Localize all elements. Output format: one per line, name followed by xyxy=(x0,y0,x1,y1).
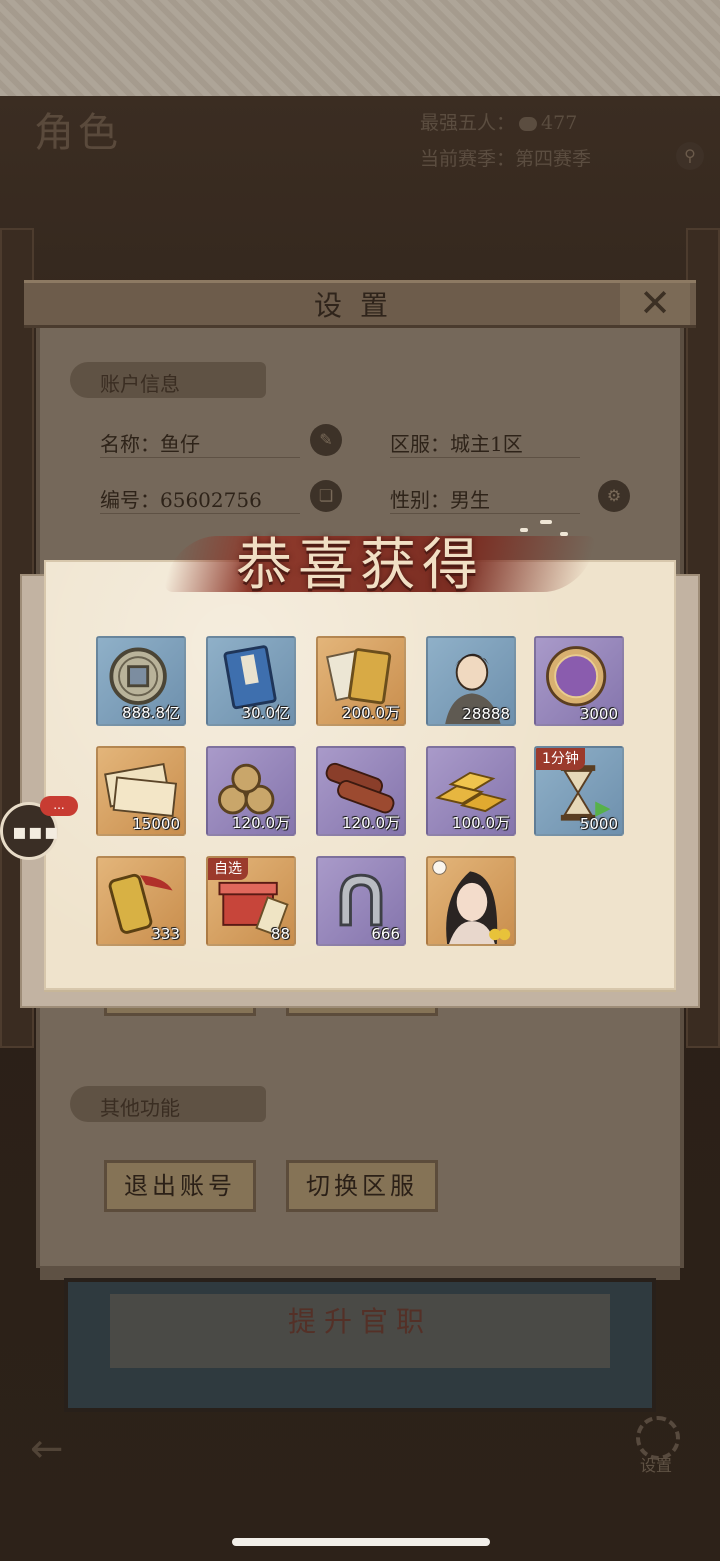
copy-id-scroll-icon[interactable]: ❏ xyxy=(310,480,342,512)
close-icon: ✕ xyxy=(639,281,671,325)
reward-item-gold-bar[interactable]: 100.0万 xyxy=(426,746,516,836)
chat-badge: ... xyxy=(40,796,78,816)
reward-item-hero[interactable]: 28888 xyxy=(426,636,516,726)
reward-tag: 1分钟 xyxy=(536,748,585,770)
ink-splash xyxy=(520,528,528,532)
settings-title: 设置 xyxy=(313,289,406,322)
name-value: 鱼仔 xyxy=(160,432,200,456)
season-label: 当前赛季： xyxy=(420,148,516,170)
reward-item-token[interactable]: 333 xyxy=(96,856,186,946)
switch-server-button[interactable]: 切换区服 xyxy=(286,1160,438,1212)
reward-item-hourglass[interactable]: 1分钟 5000 xyxy=(534,746,624,836)
chat-icon: ▪▪▪ xyxy=(12,820,60,845)
name-label: 名称： xyxy=(100,432,160,456)
id-value: 65602756 xyxy=(160,488,262,512)
reward-item-horseshoe[interactable]: 666 xyxy=(316,856,406,946)
strongest-five: 最强五人： 477 xyxy=(420,108,577,135)
season-value: 第四赛季 xyxy=(515,148,592,170)
page-title: 角色 xyxy=(34,110,122,156)
ink-splash xyxy=(560,532,568,536)
reward-qty: 30.0亿 xyxy=(241,704,290,722)
id-label: 编号： xyxy=(100,488,160,512)
reward-title: 恭喜获得 xyxy=(236,533,484,598)
heroine-portrait-icon xyxy=(432,860,511,944)
status-bar-area xyxy=(0,0,720,96)
settings-corner-label: 设置 xyxy=(640,1456,673,1475)
account-section-label: 账户信息 xyxy=(70,362,266,398)
reward-item-copper-coin[interactable]: 888.8亿 xyxy=(96,636,186,726)
back-arrow-icon[interactable]: ← xyxy=(30,1426,64,1472)
name-field: 名称：鱼仔 xyxy=(100,424,300,458)
gear-icon[interactable]: ⚙ xyxy=(598,480,630,512)
reward-qty: 888.8亿 xyxy=(122,704,180,722)
other-section-label: 其他功能 xyxy=(70,1086,266,1122)
gender-label: 性别： xyxy=(390,488,450,512)
reward-qty: 120.0万 xyxy=(342,814,400,832)
reward-qty: 5000 xyxy=(579,815,618,833)
reward-qty: 88 xyxy=(270,925,290,943)
reward-tag: 自选 xyxy=(208,858,248,880)
search-icon[interactable]: ⚲ xyxy=(676,142,704,170)
server-value: 城主1区 xyxy=(450,432,523,456)
reward-item-wood[interactable]: 120.0万 xyxy=(316,746,406,836)
power-icon xyxy=(519,117,538,131)
ink-splash xyxy=(540,520,552,524)
reward-item-manual[interactable]: 30.0亿 xyxy=(206,636,296,726)
server-field: 区服：城主1区 xyxy=(390,424,580,458)
logout-button[interactable]: 退出账号 xyxy=(104,1160,256,1212)
reward-item-gift-box[interactable]: 自选 88 xyxy=(206,856,296,946)
edit-name-brush-icon[interactable]: ✎ xyxy=(310,424,342,456)
close-button[interactable]: ✕ xyxy=(620,283,690,325)
reward-qty: 3000 xyxy=(579,705,618,723)
reward-qty: 15000 xyxy=(132,815,180,833)
reward-qty: 666 xyxy=(371,925,400,943)
gender-field: 性别：男生 xyxy=(390,480,580,514)
strongest-five-label: 最强五人： xyxy=(420,112,516,134)
server-label: 区服： xyxy=(390,432,450,456)
reward-item-grain[interactable]: 120.0万 xyxy=(206,746,296,836)
reward-qty: 100.0万 xyxy=(452,814,510,832)
reward-item-heroine[interactable] xyxy=(426,856,516,946)
gender-value: 男生 xyxy=(450,488,490,512)
id-field: 编号：65602756 xyxy=(100,480,300,514)
reward-qty: 333 xyxy=(151,925,180,943)
reward-item-scroll[interactable]: 200.0万 xyxy=(316,636,406,726)
reward-qty: 28888 xyxy=(462,705,510,723)
current-season: 当前赛季：第四赛季 xyxy=(420,144,591,171)
home-indicator[interactable] xyxy=(232,1538,490,1546)
reward-item-banknote[interactable]: 15000 xyxy=(96,746,186,836)
strongest-five-value: 477 xyxy=(541,112,578,134)
reward-item-duel-token[interactable]: 3000 xyxy=(534,636,624,726)
promote-button[interactable]: 提升官职 xyxy=(0,1300,720,1340)
reward-qty: 120.0万 xyxy=(232,814,290,832)
reward-qty: 200.0万 xyxy=(342,704,400,722)
